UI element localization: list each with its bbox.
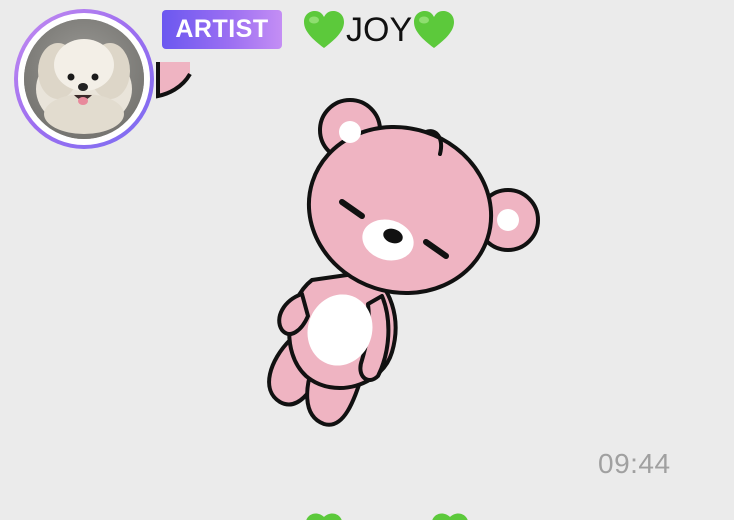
pink-bear-sticker[interactable] — [250, 90, 550, 430]
chat-screen: ARTIST JOY 09:44 — [0, 0, 734, 520]
avatar-photo — [24, 19, 144, 139]
artist-badge: ARTIST — [162, 10, 282, 49]
message-time: 09:44 — [598, 448, 671, 479]
avatar-border — [18, 13, 150, 145]
green-heart-icon — [412, 10, 456, 50]
bubble-tail — [152, 60, 196, 100]
next-message-preview — [0, 508, 734, 520]
green-heart-icon — [302, 10, 346, 50]
sender-avatar[interactable] — [14, 9, 154, 149]
sender-name[interactable]: JOY — [302, 8, 456, 52]
sender-name-text: JOY — [346, 10, 413, 49]
